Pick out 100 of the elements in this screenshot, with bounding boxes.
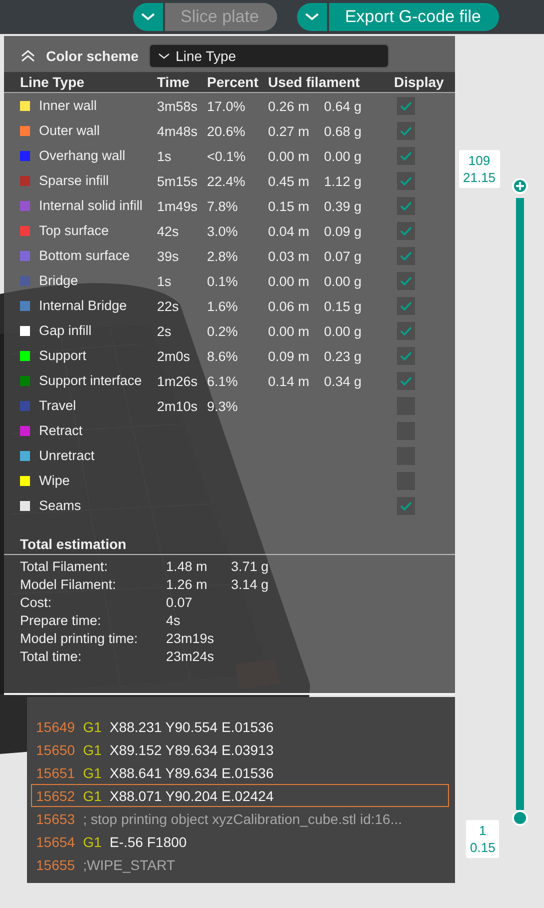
display-checkbox[interactable] <box>397 496 415 514</box>
gcode-line[interactable]: 15654 G1 E-.56 F1800 <box>31 830 449 853</box>
line-type-label: Bottom surface <box>39 248 130 263</box>
length-cell: 0.15 m <box>268 198 310 214</box>
time-cell: 1m26s <box>157 374 198 388</box>
check-icon <box>400 300 412 310</box>
display-checkbox[interactable] <box>397 296 415 314</box>
percent-cell: 22.4% <box>207 174 246 188</box>
percent-cell: 2.8% <box>207 248 238 264</box>
time-cell: 4m48s <box>157 124 198 138</box>
check-icon <box>400 100 412 110</box>
time-cell: 42s <box>157 224 179 238</box>
check-icon <box>400 376 412 386</box>
time-cell: 3m58s <box>157 98 198 114</box>
percent-cell: 7.8% <box>207 198 238 214</box>
line-type-label: Seams <box>39 498 82 513</box>
check-icon <box>400 150 412 160</box>
display-checkbox[interactable] <box>397 346 415 364</box>
length-cell: 0.45 m <box>268 174 310 188</box>
check-icon <box>400 350 412 360</box>
lower-handle[interactable] <box>512 810 528 826</box>
percent-cell: 20.6% <box>207 124 246 138</box>
length-cell: 0.26 m <box>268 98 310 114</box>
gcode-line[interactable]: 15651 G1 X88.641 Y89.634 E.01536 <box>31 761 449 784</box>
length-cell: 0.14 m <box>268 374 310 388</box>
time-cell: 22s <box>157 298 179 314</box>
weight-cell: 0.23 g <box>324 348 362 364</box>
weight-cell: 0.39 g <box>324 198 362 214</box>
gcode-line[interactable]: 15650 G1 X89.152 Y89.634 E.03913 <box>31 738 449 761</box>
gcode-line[interactable]: 15653 ; stop printing object xyzCalibration_cube.stl id:16... <box>31 807 449 830</box>
length-cell: 0.00 m <box>268 324 310 338</box>
estimate-value: 4s <box>166 613 180 628</box>
section-title: Total estimation <box>20 536 126 552</box>
check-icon <box>400 326 412 336</box>
check-icon <box>400 200 412 210</box>
weight-cell: 0.07 g <box>324 248 362 264</box>
time-cell: 1s <box>157 274 172 288</box>
length-cell: 0.27 m <box>268 124 310 138</box>
estimate-value: 3.71 g <box>231 559 269 574</box>
column-header: Display <box>394 74 445 90</box>
line-type-label: Unretract <box>39 448 95 463</box>
length-cell: 0.04 m <box>268 224 310 238</box>
caret-icon <box>304 13 320 21</box>
split-button[interactable]: Export G-code file <box>296 3 499 31</box>
check-icon <box>400 276 412 286</box>
collapse-button[interactable] <box>20 49 36 63</box>
display-checkbox[interactable] <box>397 372 415 390</box>
column-header: Line Type <box>19 74 86 90</box>
display-checkbox[interactable] <box>397 96 415 114</box>
estimate-label: Total Filament: <box>20 559 109 574</box>
weight-cell: 0.34 g <box>324 374 362 388</box>
estimate-label: Model printing time: <box>20 631 139 646</box>
scheme-dropdown[interactable]: Line Type <box>148 44 389 68</box>
estimate-label: Prepare time: <box>20 613 102 628</box>
weight-cell: 0.64 g <box>324 98 362 114</box>
column-header: Used filament <box>268 74 361 90</box>
check-icon <box>400 126 412 136</box>
display-checkbox[interactable] <box>397 246 415 264</box>
check-icon <box>400 226 412 236</box>
layer-slider-track[interactable] <box>516 198 524 810</box>
collapse-icon <box>20 49 36 63</box>
column-header: Percent <box>207 74 260 90</box>
line-type-label: Retract <box>39 423 83 438</box>
weight-cell: 0.68 g <box>324 124 362 138</box>
weight-cell: 1.12 g <box>324 174 362 188</box>
gcode-line[interactable]: 15655 ;WIPE_START <box>31 853 449 876</box>
length-cell: 0.00 m <box>268 274 310 288</box>
display-checkbox[interactable] <box>397 272 415 290</box>
weight-cell: 0.00 g <box>324 274 362 288</box>
time-cell: 39s <box>157 248 179 264</box>
estimate-value: 1.26 m <box>166 577 208 592</box>
display-checkbox[interactable] <box>397 322 415 340</box>
gcode-line[interactable]: 15649 G1 X88.231 Y90.554 E.01536 <box>31 715 449 738</box>
weight-cell: 0.15 g <box>324 298 362 314</box>
time-cell: 5m15s <box>157 174 198 188</box>
line-type-label: Internal Bridge <box>39 298 127 313</box>
display-checkbox[interactable] <box>397 222 415 240</box>
line-type-label: Sparse infill <box>39 173 109 188</box>
upper-handle[interactable] <box>512 178 528 194</box>
check-icon <box>400 176 412 186</box>
weight-cell: 0.09 g <box>324 224 362 238</box>
layer-tooltip: 109 21.15 <box>459 150 500 188</box>
display-checkbox[interactable] <box>397 172 415 190</box>
line-type-label: Wipe <box>39 473 70 488</box>
display-checkbox[interactable] <box>397 122 415 140</box>
estimate-value: 23m19s <box>166 631 214 646</box>
percent-cell: 6.1% <box>207 374 238 388</box>
length-cell: 0.03 m <box>268 248 310 264</box>
estimate-label: Cost: <box>20 595 53 610</box>
weight-cell: 0.00 g <box>324 324 362 338</box>
estimate-value: 23m24s <box>166 649 214 664</box>
length-cell: 0.06 m <box>268 298 310 314</box>
line-type-label: Support interface <box>39 373 142 388</box>
display-checkbox[interactable] <box>397 196 415 214</box>
caret-icon <box>140 13 156 21</box>
time-cell: 1m49s <box>157 198 198 214</box>
estimate-value: 3.14 g <box>231 577 269 592</box>
display-checkbox[interactable] <box>397 146 415 164</box>
time-cell: 2m10s <box>157 398 198 414</box>
line-type-label: Overhang wall <box>39 148 126 163</box>
